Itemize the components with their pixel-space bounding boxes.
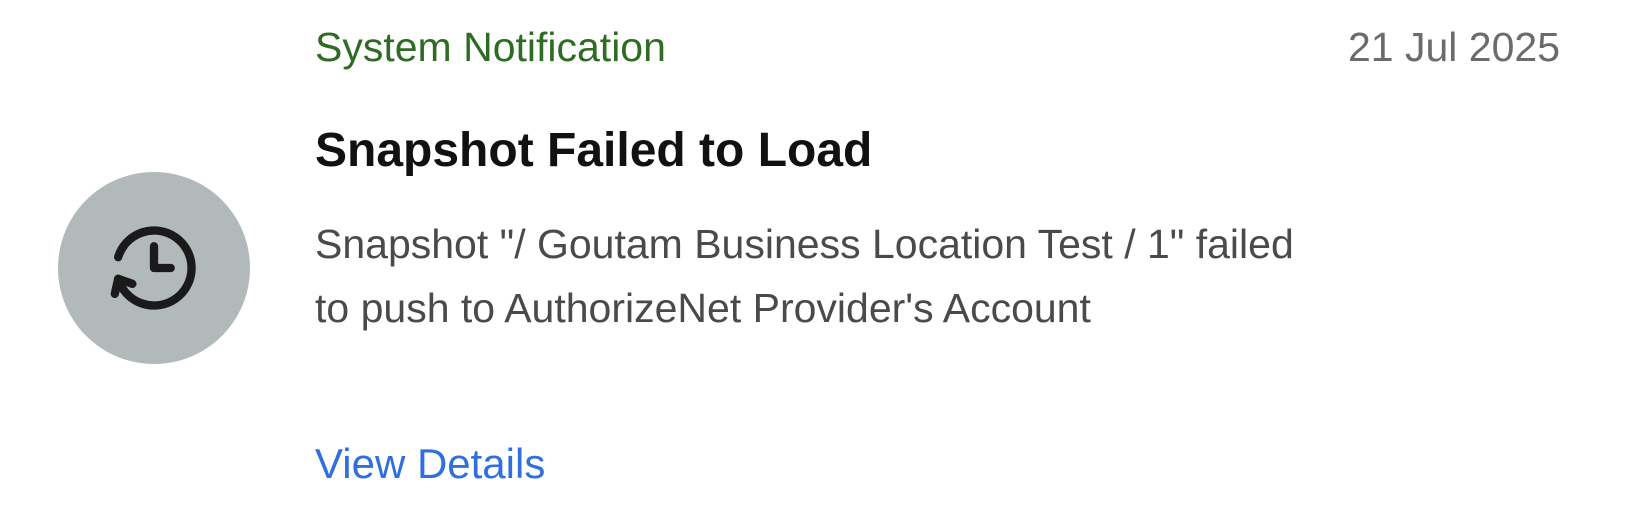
notification-item[interactable]: System Notification 21 Jul 2025 Snapshot…: [0, 0, 1636, 526]
notification-category: System Notification: [315, 24, 666, 70]
view-details-link[interactable]: View Details: [315, 440, 545, 488]
notification-avatar: [58, 172, 250, 364]
history-icon: [110, 226, 196, 310]
notification-date: 21 Jul 2025: [1348, 24, 1561, 70]
notification-message: Snapshot "/ Goutam Business Location Tes…: [315, 221, 1294, 331]
notification-title: Snapshot Failed to Load: [315, 124, 873, 177]
